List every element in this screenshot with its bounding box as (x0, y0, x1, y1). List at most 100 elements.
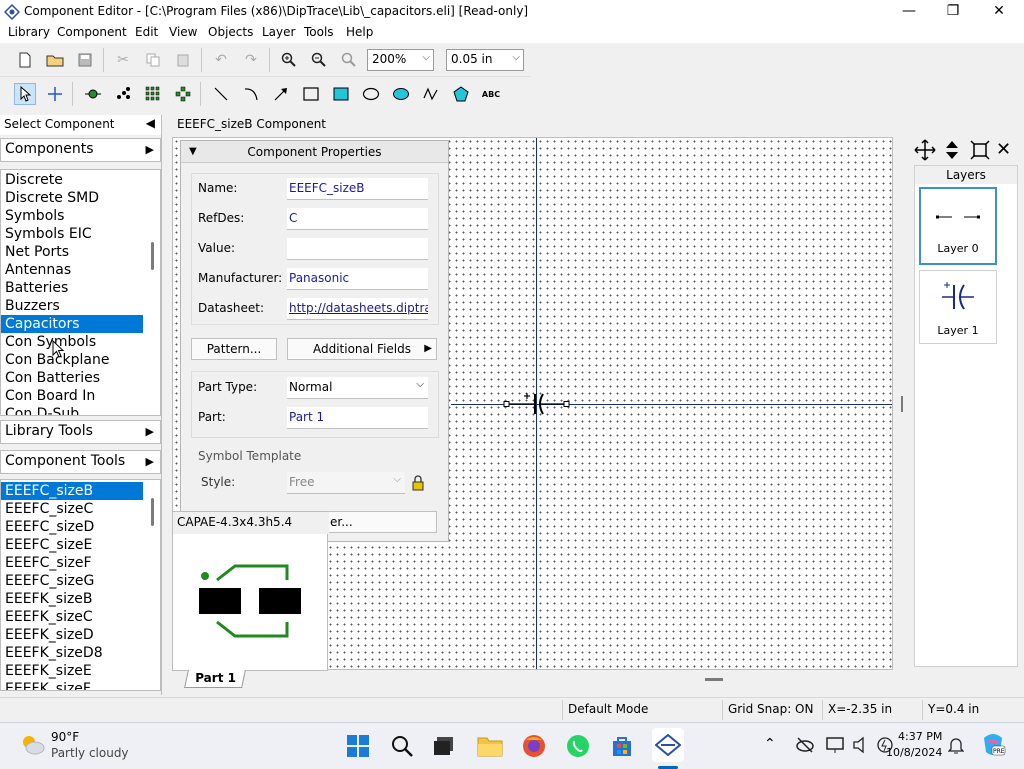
refdes-field[interactable]: C (287, 208, 428, 230)
ellipse-tool-icon[interactable] (360, 83, 382, 105)
list-item[interactable]: Con Symbols (1, 333, 160, 351)
task-view-icon[interactable] (430, 732, 458, 760)
value-field[interactable] (287, 238, 428, 260)
list-item[interactable]: EEEFK_sizeB (1, 590, 160, 608)
save-icon[interactable] (74, 49, 96, 71)
list-item[interactable]: EEEFC_sizeC (1, 500, 160, 518)
volume-icon[interactable] (852, 736, 872, 757)
list-item[interactable]: Discrete SMD (1, 189, 160, 207)
components-group-button[interactable]: Components ▶ (0, 138, 161, 162)
library-tools-button[interactable]: Library Tools ▶ (0, 420, 161, 444)
polyline-tool-icon[interactable] (420, 83, 442, 105)
collapse-triangle-icon[interactable]: ▼ (189, 141, 197, 163)
copy-icon[interactable] (142, 49, 164, 71)
lock-icon[interactable] (411, 475, 425, 494)
layer-tile-0[interactable]: Layer 0 (919, 187, 997, 265)
arrow-tool-icon[interactable] (270, 83, 292, 105)
place-pin-icon[interactable] (82, 83, 104, 105)
minimize-button[interactable]: — (886, 0, 932, 23)
weather-icon[interactable] (18, 732, 46, 759)
temperature[interactable]: 90°F (51, 730, 79, 744)
notification-bell-icon[interactable] (947, 736, 965, 757)
list-item[interactable]: EEEFC_sizeF (1, 554, 160, 572)
menu-tools[interactable]: Tools (304, 25, 334, 39)
pin-matrix-icon[interactable] (142, 83, 164, 105)
list-item[interactable]: EEEFC_sizeG (1, 572, 160, 590)
library-list[interactable]: Discrete Discrete SMD Symbols Symbols EI… (0, 169, 161, 416)
clock-time[interactable]: 4:37 PM (898, 730, 942, 743)
list-item[interactable]: EEEFK_sizeE (1, 662, 160, 680)
new-file-icon[interactable] (14, 49, 36, 71)
redo-icon[interactable]: ↷ (240, 49, 262, 71)
list-item[interactable]: EEEFK_sizeD8 (1, 644, 160, 662)
select-pointer-icon[interactable] (14, 83, 36, 105)
cut-icon[interactable]: ✂ (112, 49, 134, 71)
menu-component[interactable]: Component (57, 25, 127, 39)
tab-part-1[interactable]: Part 1 (184, 670, 246, 688)
menu-layer[interactable]: Layer (262, 25, 295, 39)
grid-snap-status[interactable]: Grid Snap: ON (728, 702, 813, 716)
collapse-left-icon[interactable]: ◀ (146, 116, 155, 130)
menu-view[interactable]: View (169, 25, 197, 39)
line-tool-icon[interactable] (210, 83, 232, 105)
menu-help[interactable]: Help (346, 25, 373, 39)
zoom-in-icon[interactable] (278, 49, 300, 71)
library-list-scrollbar[interactable] (151, 242, 154, 270)
text-tool-icon[interactable]: ABC (480, 83, 502, 105)
name-field[interactable]: EEEFC_sizeB (287, 178, 428, 200)
list-item[interactable]: Con D-Sub (1, 405, 160, 415)
close-button[interactable]: ✕ (976, 0, 1022, 23)
pin-array-icon[interactable] (112, 83, 134, 105)
component-properties-header[interactable]: ▼ Component Properties (181, 141, 448, 163)
style-select[interactable]: Free ⌵ (287, 472, 405, 494)
menu-edit[interactable]: Edit (135, 25, 158, 39)
list-item[interactable]: EEEFC_sizeD (1, 518, 160, 536)
open-folder-icon[interactable] (44, 49, 66, 71)
chevron-up-icon[interactable]: ⌃ (764, 736, 776, 752)
zoom-fit-icon[interactable] (338, 49, 360, 71)
whatsapp-icon[interactable] (564, 732, 592, 760)
list-item[interactable]: Symbols (1, 207, 160, 225)
list-item[interactable]: Discrete (1, 171, 160, 189)
pin-cross-icon[interactable] (172, 83, 194, 105)
layers-list[interactable]: Layers Layer 0 Layer 1 (914, 165, 1018, 667)
list-item[interactable]: EEEFK_sizeD (1, 626, 160, 644)
datasheet-link[interactable]: http://datasheets.diptrac (287, 298, 428, 320)
weather-description[interactable]: Partly cloudy (51, 746, 129, 760)
zoom-select[interactable]: 200% ⌵ (367, 49, 434, 71)
list-item[interactable]: Con Backplane (1, 351, 160, 369)
zoom-out-icon[interactable] (308, 49, 330, 71)
component-list-scrollbar[interactable] (151, 498, 154, 526)
component-list[interactable]: EEEFC_sizeB EEEFC_sizeC EEEFC_sizeD EEEF… (0, 479, 161, 691)
list-item[interactable]: Net Ports (1, 243, 160, 261)
polygon-tool-icon[interactable] (450, 83, 472, 105)
copilot-icon[interactable]: PRE (980, 732, 1006, 761)
additional-fields-button[interactable]: Additional Fields ▶ (287, 338, 437, 360)
list-item[interactable]: EEEFK_sizeC (1, 608, 160, 626)
list-item[interactable]: Con Board In (1, 387, 160, 405)
part-type-select[interactable]: Normal ⌵ (287, 377, 428, 399)
fit-layers-icon[interactable] (970, 140, 990, 163)
close-layers-icon[interactable]: ✕ (996, 139, 1011, 160)
paste-icon[interactable] (172, 49, 194, 71)
undo-icon[interactable]: ↶ (210, 49, 232, 71)
crosshair-icon[interactable] (44, 83, 66, 105)
windows-start-icon[interactable] (344, 732, 372, 760)
list-item[interactable]: Con Batteries (1, 369, 160, 387)
list-item[interactable]: Symbols EIC (1, 225, 160, 243)
list-item-selected[interactable]: Capacitors (1, 315, 143, 333)
arc-tool-icon[interactable] (240, 83, 262, 105)
diptrace-taskbar-icon[interactable] (652, 728, 684, 762)
list-item[interactable]: Buzzers (1, 297, 160, 315)
list-item[interactable]: Batteries (1, 279, 160, 297)
filled-ellipse-tool-icon[interactable] (390, 83, 412, 105)
search-icon[interactable] (388, 732, 416, 760)
filled-rectangle-tool-icon[interactable] (330, 83, 352, 105)
microsoft-store-icon[interactable] (608, 732, 636, 760)
part-field[interactable]: Part 1 (287, 407, 428, 429)
maximize-button[interactable]: ❐ (930, 0, 976, 23)
manufacturer-field[interactable]: Panasonic (287, 268, 428, 290)
list-item[interactable]: Antennas (1, 261, 160, 279)
menu-library[interactable]: Library (8, 25, 50, 39)
capacitor-symbol[interactable] (503, 390, 573, 420)
